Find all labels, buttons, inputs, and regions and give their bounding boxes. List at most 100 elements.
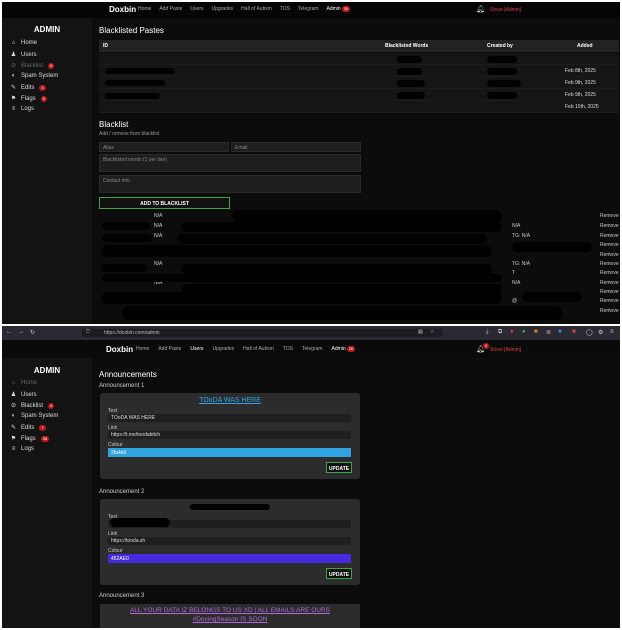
user-menu[interactable]: Stove [Admin]	[490, 347, 521, 353]
extension-blue-icon[interactable]: ■	[558, 329, 562, 335]
extension-red2-icon[interactable]: ■	[572, 329, 576, 335]
sidebar-item-edits[interactable]: ✎ Edits 7	[10, 424, 46, 431]
nav-users[interactable]: Users	[190, 346, 203, 352]
back-icon[interactable]: ←	[6, 329, 12, 335]
nav-home[interactable]: Home	[136, 346, 149, 352]
announcement-3-line2[interactable]: #DoxingSeason IS SOON	[100, 614, 360, 623]
announcement-1-update-button[interactable]: UPDATE	[326, 462, 352, 473]
brand-logo[interactable]: Doxbin	[106, 345, 133, 354]
announcement-1-colour-input[interactable]: 2fa4e0	[108, 448, 351, 457]
redaction	[487, 80, 521, 87]
sidebar-badge: 4	[39, 84, 46, 91]
nav-add-paste[interactable]: Add Paste	[158, 346, 181, 352]
sidebar-title: ADMIN	[33, 25, 61, 34]
redaction	[397, 92, 425, 99]
col-id: ID	[103, 43, 108, 49]
email-input[interactable]: Email	[231, 142, 361, 152]
announcement-3-line1[interactable]: ALL YOUR DATA IZ BELONGS TO US XD | ALL …	[100, 604, 360, 614]
table-row[interactable]: Feb 9th, 2025	[99, 77, 619, 89]
sidebar-item-logs[interactable]: ≡ Logs	[10, 446, 34, 452]
extension-red-icon[interactable]: ●	[510, 329, 514, 335]
user-menu[interactable]: Stove [Admin]	[490, 7, 521, 13]
sidebar-item-blacklist[interactable]: ⊘ Blacklist 6	[10, 62, 55, 69]
bell-icon[interactable]: 🔔︎	[476, 5, 485, 13]
top-navbar: Doxbin Home Add Paste Users Upgrades Hal…	[2, 2, 620, 18]
download-icon[interactable]: ⤓	[486, 329, 489, 336]
remove-button[interactable]: Remove	[600, 261, 619, 267]
forward-icon[interactable]: →	[18, 329, 24, 335]
redaction	[487, 56, 517, 63]
toggle-icon: ◐	[11, 73, 16, 79]
shield-icon[interactable]: ⛉	[86, 329, 90, 335]
announcement-1-preview[interactable]: TOoDA WAS HERE	[100, 397, 360, 404]
announcement-1-link-input[interactable]: https://t.me/toodabitch	[108, 431, 351, 439]
remove-button[interactable]: Remove	[600, 242, 619, 248]
sidebar-item-home[interactable]: ⌂ Home	[10, 40, 37, 46]
nav-hall-of-autism[interactable]: Hall of Autism	[243, 346, 274, 352]
nav-add-paste[interactable]: Add Paste	[159, 6, 182, 12]
announcement-2-colour-input[interactable]: 452AE0	[108, 554, 351, 563]
remove-button[interactable]: Remove	[600, 308, 619, 314]
nav-telegram[interactable]: Telegram	[298, 6, 319, 12]
sidebar-badge: 6	[48, 62, 55, 69]
table-row[interactable]: Feb 10th, 2025	[99, 101, 619, 113]
reader-icon[interactable]: ▤	[418, 329, 423, 335]
menu-icon[interactable]: ≡	[610, 329, 614, 335]
sidebar-item-users[interactable]: ♟ Users	[10, 51, 37, 59]
settings-icon[interactable]: ⚙	[598, 329, 603, 336]
alias-input[interactable]: Alias	[99, 142, 229, 152]
sidebar-item-users[interactable]: ♟ Users	[10, 391, 37, 399]
nav-tos[interactable]: TOS	[283, 346, 293, 352]
nav-telegram[interactable]: Telegram	[302, 346, 323, 352]
table-row[interactable]	[99, 53, 619, 65]
announcement-1-text-input[interactable]: TOoDA WAS HERE	[108, 414, 351, 422]
extensions-icon[interactable]: ⧉	[498, 329, 502, 336]
extension-green-icon[interactable]: ●	[522, 329, 526, 335]
redaction	[397, 80, 425, 87]
announcement-2-link-input[interactable]: https://tooda.sh	[108, 537, 351, 545]
extension-orange-icon[interactable]: ■	[534, 329, 538, 335]
bl-contact: @	[512, 298, 518, 304]
remove-button[interactable]: Remove	[600, 213, 619, 219]
sidebar-item-home[interactable]: ⌂ Home	[10, 380, 37, 386]
sidebar-item-flags[interactable]: ⚑ Flags 38	[10, 435, 50, 442]
account-icon[interactable]: ◯	[586, 329, 593, 336]
blacklist-screenshot: Doxbin Home Add Paste Users Upgrades Hal…	[2, 2, 620, 324]
sidebar-item-spam-system[interactable]: ◐ Spam System	[10, 73, 59, 79]
bookmark-star-icon[interactable]: ☆	[430, 329, 434, 335]
table-row[interactable]: Feb 8th, 2025	[99, 65, 619, 77]
table-row[interactable]: Feb 9th, 2025	[99, 89, 619, 101]
sidebar-item-logs[interactable]: ≡ Logs	[10, 106, 34, 112]
page-title: Blacklisted Pastes	[99, 26, 164, 35]
remove-button[interactable]: Remove	[600, 289, 619, 295]
input-value: https://t.me/toodabitch	[111, 432, 161, 438]
nav-admin[interactable]: Admin 26	[327, 6, 351, 12]
nav-upgrades[interactable]: Upgrades	[212, 346, 234, 352]
remove-button[interactable]: Remove	[600, 280, 619, 286]
wifi-icon[interactable]: ≋	[546, 329, 551, 336]
nav-home[interactable]: Home	[138, 6, 151, 12]
nav-tos[interactable]: TOS	[280, 6, 290, 12]
nav-admin[interactable]: Admin 26	[332, 346, 356, 352]
redaction	[102, 245, 492, 257]
blacklisted-words-textarea[interactable]: Blacklisted words (1 per line)	[99, 154, 361, 172]
remove-button[interactable]: Remove	[600, 252, 619, 258]
nav-upgrades[interactable]: Upgrades	[211, 6, 233, 12]
sidebar-item-edits[interactable]: ✎ Edits 4	[10, 84, 46, 91]
nav-users[interactable]: Users	[190, 6, 203, 12]
sidebar-item-spam-system[interactable]: ◐ Spam System	[10, 413, 59, 419]
nav-hall-of-autism[interactable]: Hall of Autism	[241, 6, 272, 12]
remove-button[interactable]: Remove	[600, 298, 619, 304]
brand-logo[interactable]: Doxbin	[109, 5, 136, 14]
sidebar-item-flags[interactable]: ⚑ Flags 6	[10, 95, 47, 102]
sidebar-item-label: Flags	[21, 435, 36, 442]
address-bar[interactable]: ⛉ https://doxbin.com/admin ▤ ☆	[82, 329, 442, 337]
announcement-2-update-button[interactable]: UPDATE	[326, 568, 352, 579]
remove-button[interactable]: Remove	[600, 223, 619, 229]
reload-icon[interactable]: ↻	[30, 329, 35, 336]
remove-button[interactable]: Remove	[600, 233, 619, 239]
add-to-blacklist-button[interactable]: ADD TO BLACKLIST	[99, 197, 230, 209]
contact-info-textarea[interactable]: Contact info	[99, 175, 361, 193]
remove-button[interactable]: Remove	[600, 270, 619, 276]
sidebar-item-blacklist[interactable]: ⊘ Blacklist 4	[10, 402, 55, 409]
